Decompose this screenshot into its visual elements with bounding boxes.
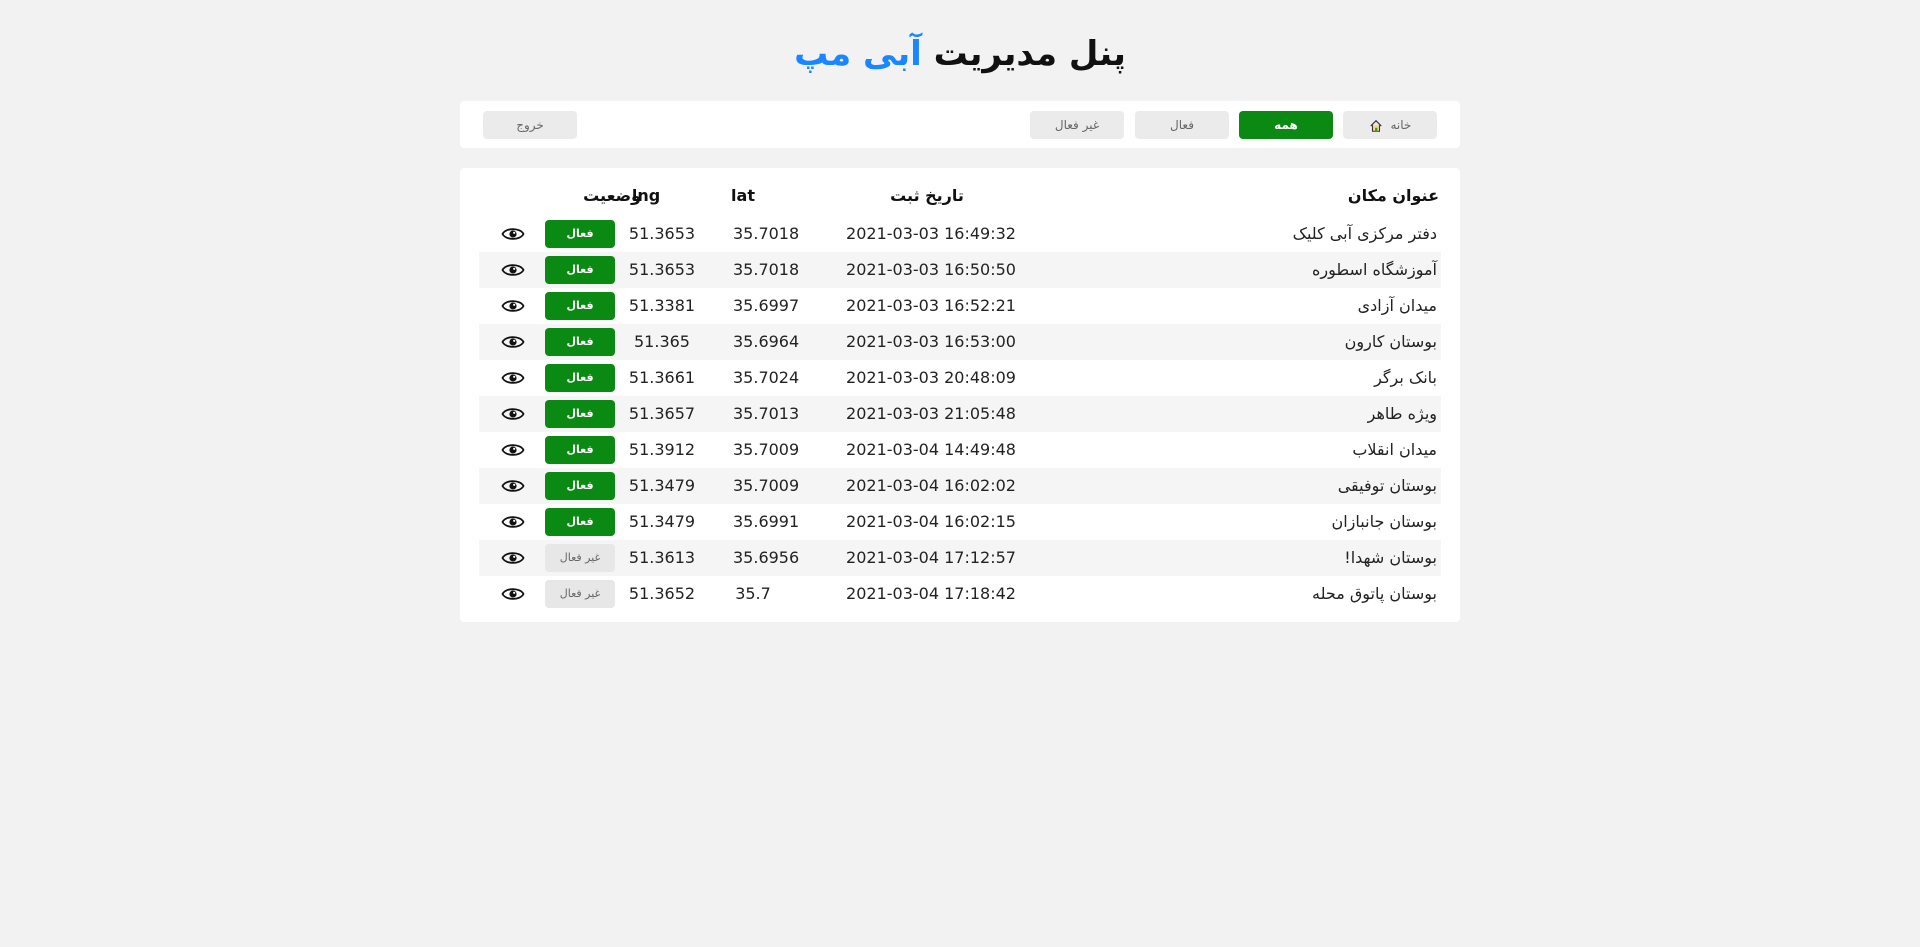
location-title: دفتر مرکزی آبی کلیک [1292,224,1437,243]
page-title-prefix: پنل مدیریت [933,34,1126,74]
latitude-value: 35.7009 [733,440,800,459]
table-row: بوستان توفیقی 2021-03-04 16:02:02 35.7009 5… [479,468,1441,504]
longitude-value: 51.3912 [628,440,696,459]
eye-icon[interactable] [501,224,525,244]
table-row: میدان انقلاب 2021-03-04 14:49:48 35.7009 51… [479,432,1441,468]
eye-icon[interactable] [501,512,525,532]
longitude-value: 51.3661 [628,368,696,387]
location-title: ویژه طاهر [1367,404,1437,423]
created-date: 2021-03-04 17:18:42 [846,584,1016,603]
table-row: بوستان پاتوق محله 2021-03-04 17:18:42 35.7… [479,576,1441,612]
latitude-value: 35.6964 [733,332,800,351]
latitude-value: 35.6997 [733,296,800,315]
latitude-value: 35.7018 [733,224,800,243]
eye-icon[interactable] [501,368,525,388]
latitude-value: 35.7 [735,584,771,603]
created-date: 2021-03-04 16:02:15 [846,512,1016,531]
locations-table: عنوان مکان تاریخ ثبت lat lng وضعیت دفتر … [460,168,1460,622]
column-header-lat: lat [731,186,755,205]
created-date: 2021-03-04 16:02:02 [846,476,1016,495]
eye-icon[interactable] [501,260,525,280]
status-toggle-button[interactable]: غیر فعال [545,580,615,608]
latitude-value: 35.7024 [733,368,800,387]
filter-inactive-button[interactable]: غیر فعال [1030,111,1124,139]
table-row: آموزشگاه اسطوره 2021-03-03 16:50:50 35.701… [479,252,1441,288]
created-date: 2021-03-04 17:12:57 [846,548,1016,567]
location-title: بوستان جانبازان [1331,512,1437,531]
status-toggle-button[interactable]: غیر فعال [545,544,615,572]
eye-icon[interactable] [501,404,525,424]
created-date: 2021-03-03 16:50:50 [846,260,1016,279]
eye-icon[interactable] [501,296,525,316]
table-row: بوستان جانبازان 2021-03-04 16:02:15 35.699… [479,504,1441,540]
brand-name: آبی مپ [794,34,922,74]
latitude-value: 35.6956 [733,548,800,567]
location-title: بوستان شهدا! [1344,548,1437,567]
table-body: دفتر مرکزی آبی کلیک 2021-03-03 16:49:32 35… [479,216,1441,612]
location-title: آموزشگاه اسطوره [1312,260,1437,279]
table-row: بوستان شهدا! 2021-03-04 17:12:57 35.6956 51… [479,540,1441,576]
status-toggle-button[interactable]: فعال [545,328,615,356]
eye-icon[interactable] [501,476,525,496]
eye-icon[interactable] [501,440,525,460]
logout-button[interactable]: خروج [483,111,577,139]
status-toggle-button[interactable]: فعال [545,292,615,320]
longitude-value: 51.3657 [628,404,696,423]
created-date: 2021-03-03 16:53:00 [846,332,1016,351]
longitude-value: 51.3652 [628,584,696,603]
home-button-label: خانه [1390,118,1412,132]
longitude-value: 51.365 [634,332,690,351]
page-title: پنل مدیریت آبی مپ [0,30,1920,78]
column-header-status: وضعیت [583,186,641,205]
created-date: 2021-03-03 16:52:21 [846,296,1016,315]
latitude-value: 35.7018 [733,260,800,279]
table-row: بوستان کارون 2021-03-03 16:53:00 35.6964 51… [479,324,1441,360]
table-row: ویژه طاهر 2021-03-03 21:05:48 35.7013 51.36… [479,396,1441,432]
created-date: 2021-03-04 14:49:48 [846,440,1016,459]
location-title: بوستان کارون [1344,332,1437,351]
location-title: بوستان پاتوق محله [1312,584,1437,603]
home-icon [1369,119,1382,132]
eye-icon[interactable] [501,332,525,352]
longitude-value: 51.3381 [628,296,696,315]
location-title: میدان انقلاب [1352,440,1437,459]
status-toggle-button[interactable]: فعال [545,400,615,428]
location-title: بوستان توفیقی [1337,476,1437,495]
longitude-value: 51.3653 [628,224,696,243]
location-title: بانک برگر [1374,368,1437,387]
table-row: دفتر مرکزی آبی کلیک 2021-03-03 16:49:32 35… [479,216,1441,252]
filter-all-button[interactable]: همه [1239,111,1333,139]
eye-icon[interactable] [501,548,525,568]
status-toggle-button[interactable]: فعال [545,256,615,284]
filter-active-button[interactable]: فعال [1135,111,1229,139]
location-title: میدان آزادی [1357,296,1437,315]
status-toggle-button[interactable]: فعال [545,472,615,500]
status-toggle-button[interactable]: فعال [545,508,615,536]
longitude-value: 51.3653 [628,260,696,279]
status-toggle-button[interactable]: فعال [545,436,615,464]
status-toggle-button[interactable]: فعال [545,364,615,392]
created-date: 2021-03-03 16:49:32 [846,224,1016,243]
table-row: میدان آزادی 2021-03-03 16:52:21 35.6997 51.… [479,288,1441,324]
eye-icon[interactable] [501,584,525,604]
longitude-value: 51.3479 [628,476,696,495]
home-button[interactable]: خانه [1343,111,1437,139]
longitude-value: 51.3479 [628,512,696,531]
filter-toolbar: خانه همه فعال غیر فعال خروج [460,101,1460,148]
longitude-value: 51.3613 [628,548,696,567]
status-toggle-button[interactable]: فعال [545,220,615,248]
created-date: 2021-03-03 21:05:48 [846,404,1016,423]
latitude-value: 35.7009 [733,476,800,495]
column-header-date: تاریخ ثبت [890,186,964,205]
latitude-value: 35.6991 [733,512,800,531]
created-date: 2021-03-03 20:48:09 [846,368,1016,387]
latitude-value: 35.7013 [733,404,800,423]
column-header-title: عنوان مکان [1347,186,1439,205]
table-row: بانک برگر 2021-03-03 20:48:09 35.7024 51.36… [479,360,1441,396]
